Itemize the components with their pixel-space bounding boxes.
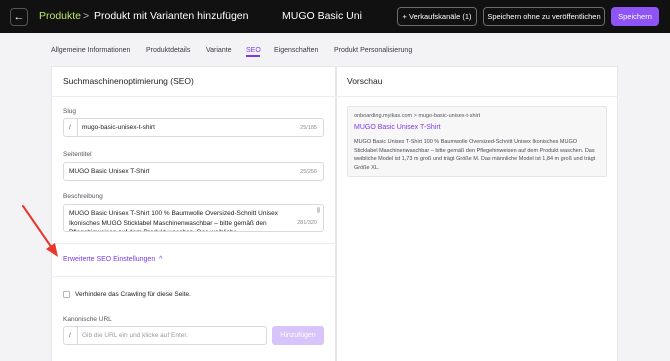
chevron-up-icon: ^: [159, 256, 163, 263]
tab-seo[interactable]: SEO: [246, 47, 261, 54]
slug-counter: 25/185: [300, 125, 317, 131]
slug-prefix: /: [69, 124, 71, 131]
top-bar: ← Produkte > Produkt mit Varianten hinzu…: [0, 0, 670, 33]
page-title-counter: 25/256: [300, 169, 317, 175]
tab-variant[interactable]: Variante: [206, 47, 232, 54]
add-canonical-url-button[interactable]: Hinzufügen: [272, 326, 324, 345]
sales-channels-button[interactable]: + Verkaufskanäle (1): [397, 7, 477, 26]
canonical-url-prefix: /: [69, 332, 71, 339]
preview-card-header-divider: [336, 96, 618, 97]
description-counter: 281/320: [297, 220, 317, 226]
arrow-left-icon: ←: [13, 11, 25, 23]
description-label: Beschreibung: [63, 193, 103, 200]
canonical-url-placeholder: Gib die URL ein und klicke auf Enter.: [82, 332, 188, 339]
advanced-seo-settings-link[interactable]: Erweiterte SEO Einstellungen ^: [63, 256, 162, 263]
preview-card-title: Vorschau: [347, 76, 383, 86]
save-without-publish-button[interactable]: Speichern ohne zu veröffentlichen: [483, 7, 605, 26]
crawl-checkbox-label[interactable]: Verhindere das Crawling für diese Seite.: [75, 291, 191, 298]
seo-card-header-divider: [51, 96, 336, 97]
slug-field[interactable]: / mugo-basic-unisex-t-shirt 25/185: [63, 118, 324, 137]
tab-product-details[interactable]: Produktdetails: [146, 47, 190, 54]
search-preview: onboarding.myikas.com > mugo-basic-unise…: [347, 106, 607, 177]
preview-title: MUGO Basic Unisex T-Shirt: [354, 124, 441, 131]
textarea-scrollbar[interactable]: [317, 207, 320, 213]
preview-url: onboarding.myikas.com > mugo-basic-unise…: [354, 113, 481, 119]
seo-advanced-divider-bottom: [51, 276, 336, 277]
canonical-url-field[interactable]: / Gib die URL ein und klicke auf Enter.: [63, 326, 267, 345]
page-title-value: MUGO Basic Unisex T-Shirt: [69, 168, 150, 175]
canonical-url-label: Kanonische URL: [63, 316, 112, 323]
tab-properties[interactable]: Eigenschaften: [274, 47, 318, 54]
advanced-seo-settings-label: Erweiterte SEO Einstellungen: [63, 256, 156, 263]
slug-label: Slug: [63, 108, 77, 115]
crawl-checkbox[interactable]: [63, 291, 70, 298]
active-tab-indicator: [246, 55, 260, 57]
seo-advanced-divider-top: [51, 243, 336, 244]
page-title-field[interactable]: MUGO Basic Unisex T-Shirt 25/256: [63, 162, 324, 181]
breadcrumb-separator: >: [83, 10, 90, 22]
page-title-label: Seitentitel: [63, 151, 92, 158]
description-value: MUGO Basic Unisex T-Shirt 100 % Baumwoll…: [69, 210, 279, 231]
tab-general-info[interactable]: Allgemeine Informationen: [51, 47, 130, 54]
tab-product-personalization[interactable]: Produkt Personalisierung: [334, 47, 412, 54]
seo-card-title: Suchmaschinenoptimierung (SEO): [63, 76, 194, 86]
product-name: MUGO Basic Unisex: [282, 10, 362, 22]
preview-description: MUGO Basic Unisex T-Shirt 100 % Baumwoll…: [354, 139, 596, 171]
slug-value: mugo-basic-unisex-t-shirt: [82, 124, 155, 131]
tab-bar: Allgemeine Informationen Produktdetails …: [0, 33, 670, 64]
save-button[interactable]: Speichern: [611, 7, 659, 26]
back-button[interactable]: ←: [10, 8, 28, 26]
breadcrumb-products[interactable]: Produkte: [39, 10, 81, 22]
page-title: Produkt mit Varianten hinzufügen: [94, 10, 249, 22]
